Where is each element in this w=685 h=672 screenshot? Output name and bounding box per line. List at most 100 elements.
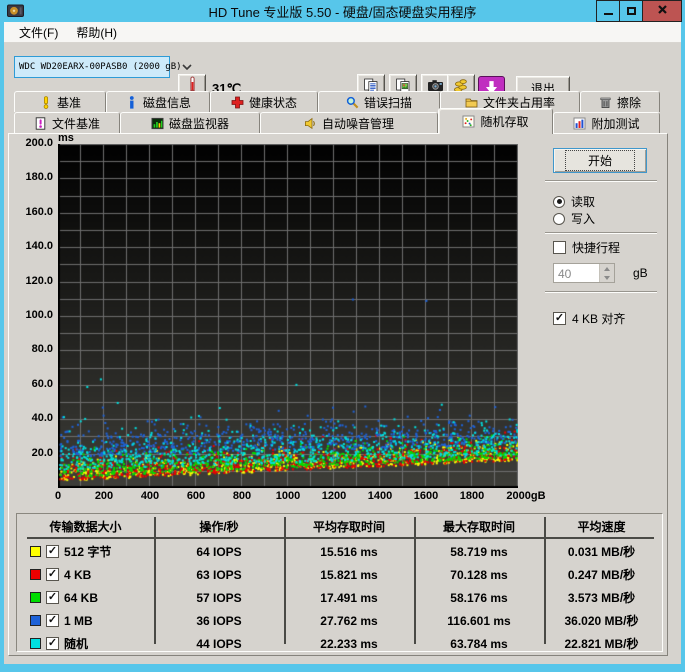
read-radio[interactable] xyxy=(553,195,565,208)
tab-benchmark[interactable]: 基准 xyxy=(14,91,106,112)
y-tick-label: 60.0 xyxy=(31,377,53,390)
tab-error-scan-label: 错误扫描 xyxy=(363,95,412,110)
series-cell: ✓ 64 KB xyxy=(17,591,154,605)
tab-extra-tests[interactable]: 附加测试 xyxy=(553,112,660,133)
series-color-swatch xyxy=(30,569,41,580)
tab-error-scan[interactable]: 错误扫描 xyxy=(318,91,440,112)
spinner-down-button[interactable] xyxy=(600,273,614,282)
series-cell: ✓ 4 KB xyxy=(17,568,154,582)
tab-health[interactable]: 健康状态 xyxy=(210,91,318,112)
series-label: 随机 xyxy=(64,637,89,651)
tab-disk-info[interactable]: 磁盘信息 xyxy=(106,91,210,112)
series-cell: ✓ 1 MB xyxy=(17,614,154,628)
tab-aam[interactable]: 自动噪音管理 xyxy=(260,112,438,133)
series-checkbox[interactable]: ✓ xyxy=(46,568,59,581)
trash-icon xyxy=(599,96,612,109)
monitor-icon xyxy=(151,117,164,130)
column-header: 平均速度 xyxy=(577,519,626,534)
tab-aam-label: 自动噪音管理 xyxy=(321,116,394,131)
short-stroke-unit: gB xyxy=(633,266,648,280)
start-button-label: 开始 xyxy=(564,150,635,171)
table-header-row: 传输数据大小 操作/秒 平均存取时间 最大存取时间 平均速度 xyxy=(17,514,662,538)
tab-erase[interactable]: 擦除 xyxy=(580,91,660,112)
tab-disk-monitor[interactable]: 磁盘监视器 xyxy=(120,112,260,133)
avg-access-cell: 22.233 ms xyxy=(320,636,378,651)
menu-bar: 文件(F) 帮助(H) xyxy=(4,22,681,43)
divider xyxy=(545,180,657,182)
write-radio-label: 写入 xyxy=(571,212,596,226)
iops-cell: 36 IOPS xyxy=(196,613,242,628)
window-controls xyxy=(596,0,682,22)
avg-access-cell: 27.762 ms xyxy=(320,613,378,628)
series-checkbox[interactable]: ✓ xyxy=(46,545,59,558)
arrow-down-icon xyxy=(604,275,610,280)
iops-cell: 64 IOPS xyxy=(196,544,242,559)
align-checkbox[interactable]: ✓ xyxy=(553,312,566,325)
tab-file-benchmark-label: 文件基准 xyxy=(51,116,100,131)
avg-speed-cell: 22.821 MB/秒 xyxy=(564,637,639,651)
tab-random-access[interactable]: 随机存取 xyxy=(438,108,553,134)
series-checkbox[interactable]: ✓ xyxy=(46,614,59,627)
window-title: HD Tune 专业版 5.50 - 硬盘/固态硬盘实用程序 xyxy=(208,4,477,20)
short-stroke-checkbox[interactable] xyxy=(553,241,566,254)
table-row: ✓ 随机 44 IOPS 22.233 ms 63.784 ms 22.821 MB/秒 xyxy=(17,632,662,655)
close-button[interactable] xyxy=(642,0,682,22)
column-header: 传输数据大小 xyxy=(49,519,122,534)
drive-select[interactable]: WDC WD20EARX-00PASB0 (2000 gB) xyxy=(14,56,192,78)
short-stroke-value: 40 xyxy=(558,267,572,281)
y-tick-label: 20.0 xyxy=(31,446,53,459)
random-access-tab-page: ms 200.0 180.0 160.0 140.0 120.0 100.0 80.0 60.… xyxy=(8,132,668,656)
tab-random-access-label: 随机存取 xyxy=(480,115,529,129)
results-table: 传输数据大小 操作/秒 平均存取时间 最大存取时间 平均速度 ✓ 512 字节 64 IOPS… xyxy=(16,513,663,652)
series-checkbox[interactable]: ✓ xyxy=(46,637,59,650)
window-body: 文件(F) 帮助(H) WDC WD20EARX-00PASB0 (2000 gB… xyxy=(4,22,681,664)
tab-extra-tests-label: 附加测试 xyxy=(591,116,640,131)
file-benchmark-icon xyxy=(34,116,47,130)
magnifier-icon xyxy=(346,96,359,109)
table-row: ✓ 512 字节 64 IOPS 15.516 ms 58.719 ms 0.031 MB… xyxy=(17,540,662,563)
maximize-icon xyxy=(626,7,636,15)
info-icon xyxy=(125,95,138,109)
iops-cell: 57 IOPS xyxy=(196,590,242,605)
series-color-swatch xyxy=(30,615,41,626)
speaker-icon xyxy=(304,117,317,130)
table-row: ✓ 1 MB 36 IOPS 27.762 ms 116.601 ms 36.020 MB… xyxy=(17,609,662,632)
align-label: 4 KB 对齐 xyxy=(572,312,626,326)
column-header: 最大存取时间 xyxy=(442,519,515,534)
avg-access-cell: 15.516 ms xyxy=(320,544,378,559)
avg-speed-cell: 0.031 MB/秒 xyxy=(567,545,636,559)
title-bar: HD Tune 专业版 5.50 - 硬盘/固态硬盘实用程序 xyxy=(0,0,685,22)
column-header: 操作/秒 xyxy=(199,519,239,534)
random-access-scatter-chart xyxy=(58,144,518,488)
minimize-button[interactable] xyxy=(596,0,619,22)
exclamation-icon xyxy=(39,95,52,109)
write-radio-row: 写入 xyxy=(553,210,595,227)
short-stroke-label: 快捷行程 xyxy=(572,241,621,255)
spinner-up-button[interactable] xyxy=(600,264,614,273)
column-header: 平均存取时间 xyxy=(312,519,385,534)
application-window: HD Tune 专业版 5.50 - 硬盘/固态硬盘实用程序 文件(F) 帮助(H… xyxy=(0,0,685,672)
tab-erase-label: 擦除 xyxy=(616,95,641,110)
series-label: 4 KB xyxy=(64,567,92,582)
short-stroke-row: 快捷行程 xyxy=(553,239,620,256)
write-radio[interactable] xyxy=(553,212,565,225)
tab-file-benchmark[interactable]: 文件基准 xyxy=(14,112,120,133)
arrow-up-icon xyxy=(604,266,610,271)
maximize-button[interactable] xyxy=(619,0,642,22)
menu-file[interactable]: 文件(F) xyxy=(10,22,67,43)
avg-speed-cell: 3.573 MB/秒 xyxy=(567,591,636,605)
series-label: 64 KB xyxy=(64,590,99,605)
series-checkbox[interactable]: ✓ xyxy=(46,591,59,604)
y-tick-label: 160.0 xyxy=(25,205,53,218)
max-access-cell: 58.719 ms xyxy=(450,544,508,559)
avg-access-cell: 15.821 ms xyxy=(320,567,378,582)
short-stroke-spinner[interactable]: 40 xyxy=(553,263,615,283)
series-label: 1 MB xyxy=(64,613,93,628)
series-color-swatch xyxy=(30,592,41,603)
tab-benchmark-label: 基准 xyxy=(56,95,81,110)
read-radio-row: 读取 xyxy=(553,193,595,210)
start-button[interactable]: 开始 xyxy=(553,148,647,173)
menu-help[interactable]: 帮助(H) xyxy=(67,22,126,43)
table-row: ✓ 4 KB 63 IOPS 15.821 ms 70.128 ms 0.247 MB/秒 xyxy=(17,563,662,586)
minimize-icon xyxy=(603,13,613,15)
